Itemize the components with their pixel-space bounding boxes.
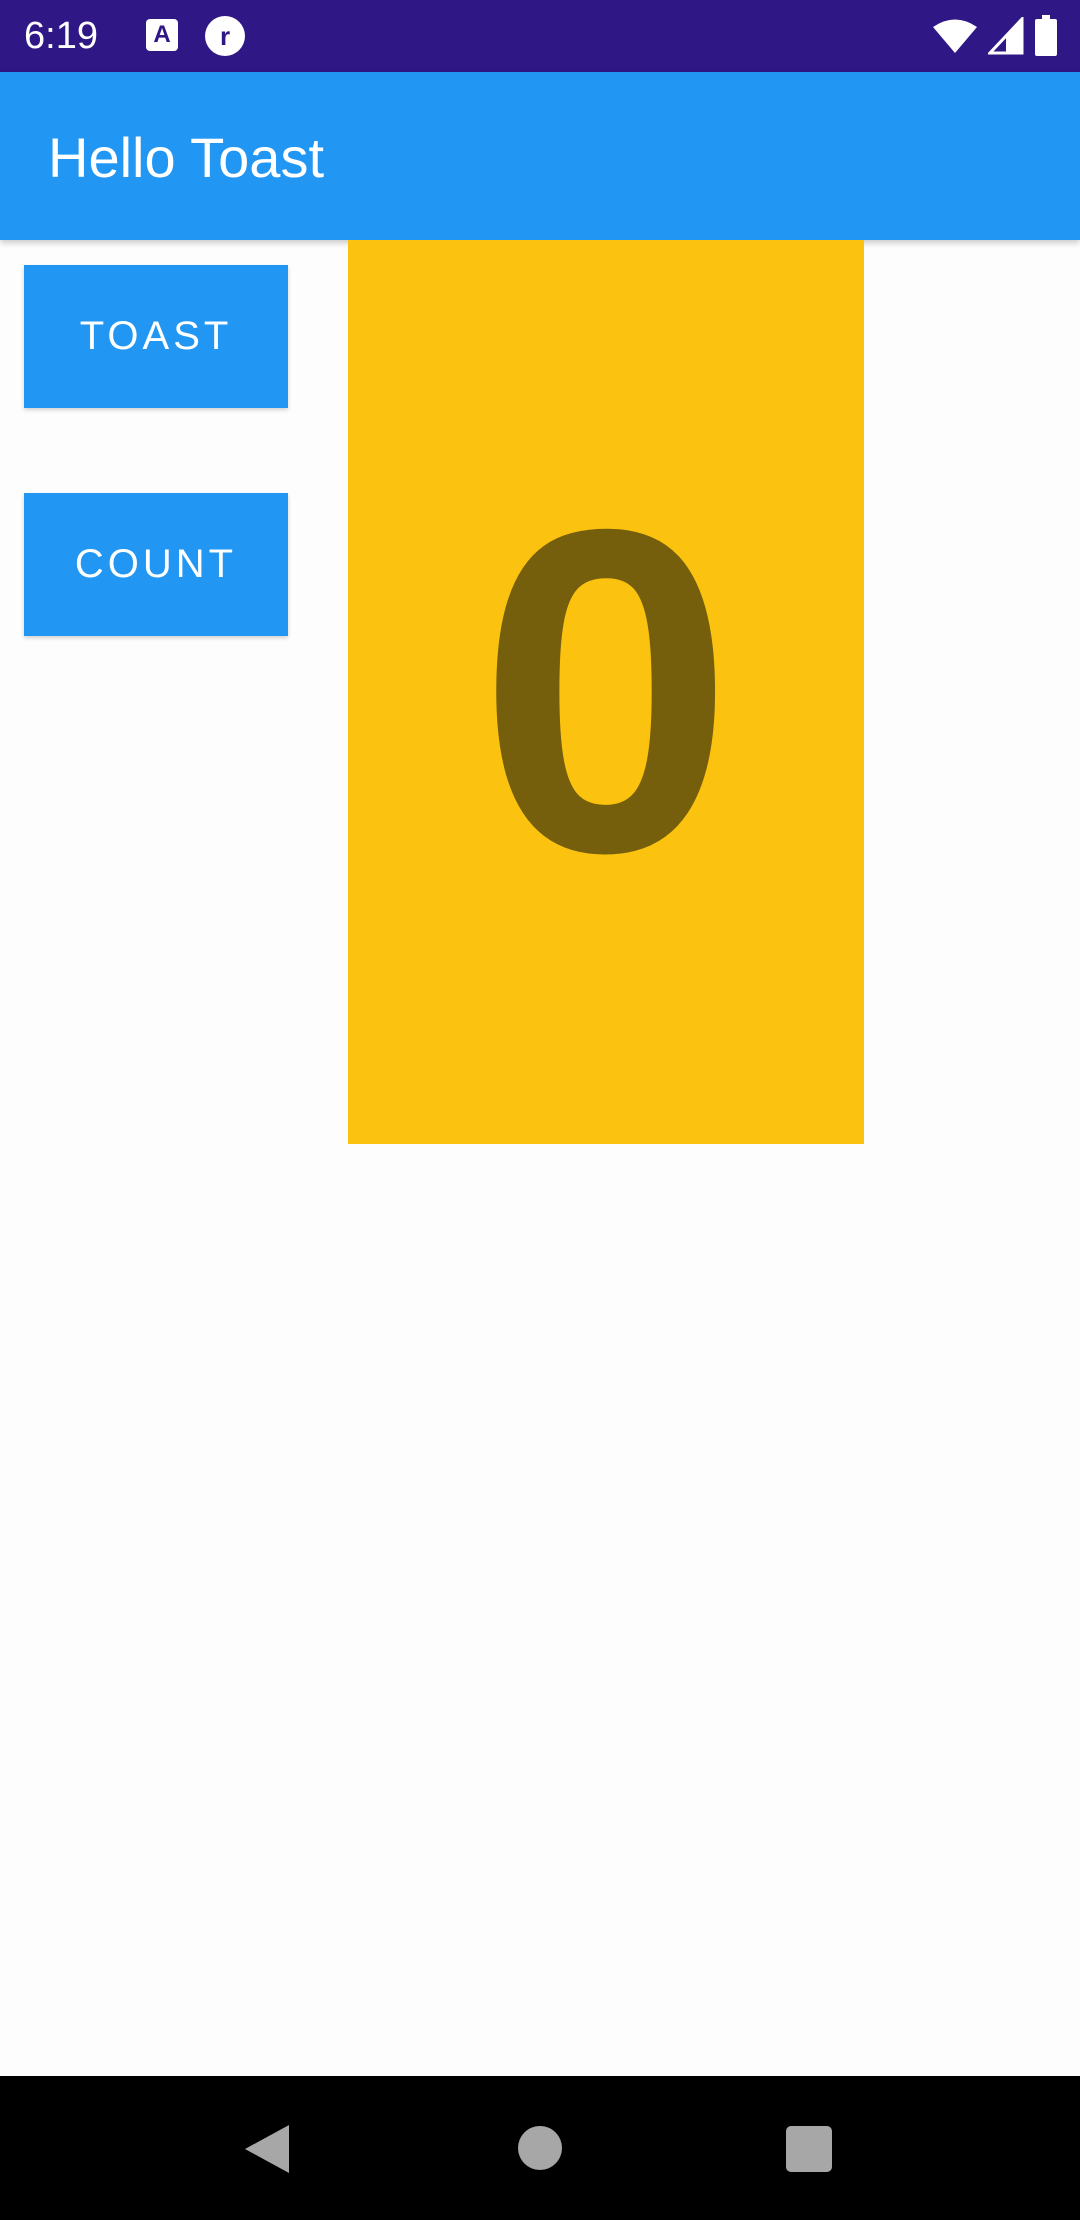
count-button[interactable]: COUNT: [24, 493, 288, 636]
home-icon[interactable]: [518, 2126, 562, 2170]
status-bar: 6:19 A r: [0, 0, 1080, 72]
status-time: 6:19: [24, 15, 98, 57]
battery-icon: [1035, 15, 1057, 56]
app-title: Hello Toast: [48, 126, 325, 189]
counter-value: 0: [478, 435, 734, 948]
navigation-bar: [0, 2076, 1080, 2220]
cellular-signal-icon: [988, 17, 1024, 55]
counter-display: 0: [348, 240, 864, 1144]
wifi-icon: [933, 19, 977, 53]
screen: 6:19 A r Hello Toast TOAST COUNT 0: [0, 0, 1080, 2220]
toast-button[interactable]: TOAST: [24, 265, 288, 408]
recents-icon[interactable]: [786, 2126, 832, 2172]
back-icon[interactable]: [243, 2123, 291, 2175]
accessibility-app-icon: A: [146, 19, 178, 51]
app-bar: Hello Toast: [0, 72, 1080, 240]
r-app-icon: r: [205, 16, 245, 56]
status-right-icons: [932, 14, 1058, 58]
